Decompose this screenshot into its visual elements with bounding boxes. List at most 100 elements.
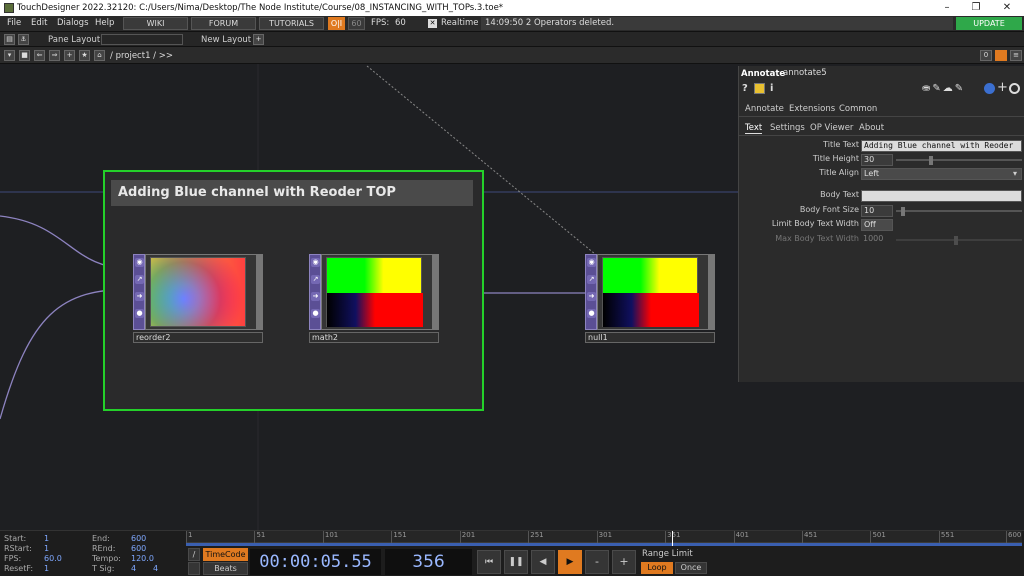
forward-icon[interactable]: ⇒: [49, 50, 60, 61]
timecode-toggle[interactable]: TimeCode: [203, 548, 248, 561]
node-label[interactable]: math2: [309, 332, 439, 343]
body-font-size-slider-handle[interactable]: [901, 207, 905, 216]
python-help-icon[interactable]: [754, 83, 765, 94]
body-font-size-slider[interactable]: [896, 210, 1022, 212]
node-null1[interactable]: ◉ ↗ ➜ ● null1: [585, 254, 715, 343]
star-icon[interactable]: ★: [79, 50, 90, 61]
viewer-icon[interactable]: ◉: [587, 258, 596, 267]
timecode-display[interactable]: 00:00:05.55: [250, 549, 381, 575]
fps-target[interactable]: 60: [348, 17, 365, 30]
annotation-title[interactable]: Adding Blue channel with Reoder TOP: [111, 180, 473, 206]
maximize-icon[interactable]: ❐: [964, 2, 988, 14]
close-icon[interactable]: ✕: [995, 2, 1019, 14]
node-label[interactable]: null1: [585, 332, 715, 343]
loop-button[interactable]: Loop: [641, 562, 673, 574]
limit-body-width-toggle[interactable]: Off: [861, 219, 893, 231]
settings-icon[interactable]: [1009, 83, 1020, 94]
step-back-icon[interactable]: -: [585, 550, 609, 574]
new-layout-add-button[interactable]: +: [253, 34, 264, 45]
rewind-icon[interactable]: ⏮: [477, 550, 501, 574]
menu-file[interactable]: File: [7, 18, 21, 28]
python-icon[interactable]: [984, 83, 995, 94]
timeline-ruler[interactable]: 1 51 101 151 201 251 301 351 401 451 501 551 600: [186, 531, 1022, 543]
node-label[interactable]: reorder2: [133, 332, 263, 343]
lock-icon[interactable]: ●: [311, 309, 320, 318]
bypass-icon[interactable]: ↗: [587, 275, 596, 284]
node-math2[interactable]: ◉ ↗ ➜ ● math2: [309, 254, 439, 343]
menu-edit[interactable]: Edit: [31, 18, 47, 28]
forum-button[interactable]: FORUM: [191, 17, 256, 30]
lock-icon[interactable]: ●: [587, 309, 596, 318]
title-text-field[interactable]: Adding Blue channel with Reoder: [861, 140, 1022, 152]
rend-value[interactable]: 600: [131, 544, 146, 553]
menu-icon[interactable]: ≡: [1010, 50, 1022, 61]
bypass-icon[interactable]: ↗: [311, 275, 320, 284]
step-forward-icon[interactable]: +: [612, 550, 636, 574]
tutorials-button[interactable]: TUTORIALS: [259, 17, 324, 30]
tsig-numerator[interactable]: 4: [131, 564, 136, 573]
update-button[interactable]: UPDATE: [956, 17, 1022, 30]
panel-tool-icons[interactable]: ⛂✎☁✎: [922, 83, 965, 94]
realtime-checkbox[interactable]: ✕: [428, 19, 437, 28]
display-icon[interactable]: ➜: [311, 292, 320, 301]
playhead[interactable]: [671, 531, 673, 546]
help-icon[interactable]: ?: [742, 83, 748, 94]
layout-icon[interactable]: ▤: [4, 34, 15, 45]
wiki-button[interactable]: WIKI: [123, 17, 188, 30]
op-name-field[interactable]: annotate5: [783, 68, 883, 80]
perform-toggle[interactable]: O|I: [328, 17, 345, 30]
minimize-icon[interactable]: –: [935, 2, 959, 14]
display-icon[interactable]: ➜: [135, 292, 144, 301]
path-badge[interactable]: 0: [980, 50, 992, 61]
info-icon[interactable]: i: [770, 83, 773, 94]
title-align-dropdown[interactable]: Left: [861, 168, 1022, 180]
resetf-value[interactable]: 1: [44, 564, 49, 573]
menu-dialogs[interactable]: Dialogs: [57, 18, 89, 28]
dropdown-icon[interactable]: ▾: [4, 50, 15, 61]
fps-value[interactable]: 60.0: [44, 554, 62, 563]
start-value[interactable]: 1: [44, 534, 49, 543]
once-button[interactable]: Once: [675, 562, 707, 574]
ruler-tick: [186, 531, 187, 543]
beats-toggle[interactable]: Beats: [203, 562, 248, 575]
title-height-field[interactable]: 30: [861, 154, 893, 166]
title-height-slider-handle[interactable]: [929, 156, 933, 165]
tab-settings[interactable]: Settings: [770, 123, 805, 133]
play-icon[interactable]: ▶: [558, 550, 582, 574]
bypass-icon[interactable]: ↗: [135, 275, 144, 284]
rstart-value[interactable]: 1: [44, 544, 49, 553]
tsig-denominator[interactable]: 4: [153, 564, 158, 573]
viewer-icon[interactable]: ◉: [135, 258, 144, 267]
add-icon[interactable]: +: [64, 50, 75, 61]
tab-extensions[interactable]: Extensions: [789, 104, 835, 114]
home-icon[interactable]: ⌂: [94, 50, 105, 61]
frame-display[interactable]: 356: [385, 549, 472, 575]
display-icon[interactable]: ➜: [587, 292, 596, 301]
network-path[interactable]: / project1 / >>: [110, 51, 173, 61]
tab-about[interactable]: About: [859, 123, 884, 133]
tab-text[interactable]: Text: [745, 123, 763, 134]
viewer-icon[interactable]: ◉: [311, 258, 320, 267]
back-icon[interactable]: ⇐: [34, 50, 45, 61]
beats-blank[interactable]: [188, 562, 200, 575]
menu-help[interactable]: Help: [95, 18, 114, 28]
tab-annotate[interactable]: Annotate: [745, 104, 784, 114]
timecode-slash-icon[interactable]: /: [188, 548, 200, 561]
viewer-toggle-icon[interactable]: [995, 50, 1007, 61]
tab-op-viewer[interactable]: OP Viewer: [810, 123, 853, 133]
anchor-icon[interactable]: ⚓: [18, 34, 29, 45]
stop-icon[interactable]: ■: [19, 50, 30, 61]
tempo-value[interactable]: 120.0: [131, 554, 154, 563]
body-text-field[interactable]: [861, 190, 1022, 202]
timeline-range-bar[interactable]: [186, 543, 1022, 546]
title-height-slider[interactable]: [896, 159, 1022, 161]
end-value[interactable]: 600: [131, 534, 146, 543]
add-param-icon[interactable]: +: [997, 80, 1008, 95]
node-reorder2[interactable]: ◉ ↗ ➜ ● reorder2: [133, 254, 263, 343]
lock-icon[interactable]: ●: [135, 309, 144, 318]
pane-layout-presets[interactable]: [101, 34, 183, 45]
tab-common[interactable]: Common: [839, 104, 877, 114]
play-reverse-icon[interactable]: ◀: [531, 550, 555, 574]
body-font-size-field[interactable]: 10: [861, 205, 893, 217]
pause-icon[interactable]: ❚❚: [504, 550, 528, 574]
